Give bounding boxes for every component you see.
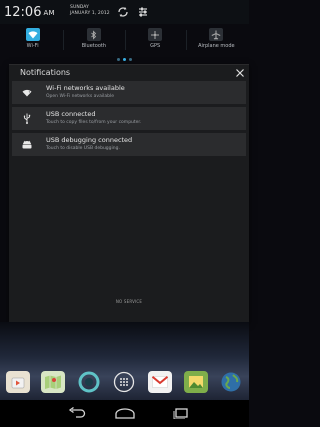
back-icon bbox=[68, 407, 86, 418]
clear-notifications-button[interactable] bbox=[233, 66, 247, 80]
clock-time: 12:06 bbox=[4, 5, 42, 20]
navigation-bar bbox=[0, 400, 249, 427]
page-dot bbox=[129, 58, 132, 61]
date-display: SUNDAY JANUARY 1, 2012 bbox=[70, 5, 110, 16]
notifications-header: Notifications bbox=[9, 65, 249, 81]
home-icon bbox=[115, 408, 135, 419]
quick-toggles: Wi-Fi Bluetooth GPS Airplane mode bbox=[2, 24, 247, 56]
home-button[interactable] bbox=[114, 406, 136, 420]
bluetooth-icon bbox=[86, 28, 101, 41]
wifi-toggle-label: Wi-Fi bbox=[26, 43, 39, 49]
recent-apps-button[interactable] bbox=[170, 406, 192, 420]
wifi-icon: ? bbox=[14, 81, 40, 104]
gallery-icon[interactable] bbox=[183, 371, 208, 393]
notification-title: Wi-Fi networks available bbox=[46, 84, 125, 92]
status-header: 12:06 AM SUNDAY JANUARY 1, 2012 bbox=[0, 0, 249, 24]
gps-toggle-label: GPS bbox=[150, 43, 161, 49]
carrier-status: NO SERVICE bbox=[115, 299, 143, 304]
airplane-mode-toggle[interactable]: Airplane mode bbox=[185, 24, 247, 56]
browser-icon[interactable] bbox=[77, 371, 101, 393]
auto-rotate-icon[interactable] bbox=[116, 4, 130, 18]
usb-icon bbox=[14, 107, 40, 130]
date-label: JANUARY 1, 2012 bbox=[70, 10, 110, 16]
android-debug-icon bbox=[14, 133, 40, 156]
gps-toggle[interactable]: GPS bbox=[124, 24, 186, 56]
earth-icon[interactable] bbox=[219, 371, 243, 393]
airplane-mode-toggle-label: Airplane mode bbox=[198, 43, 235, 49]
quick-settings-icon[interactable] bbox=[136, 4, 150, 18]
wifi-toggle[interactable]: Wi-Fi bbox=[2, 24, 63, 56]
airplane-icon bbox=[209, 28, 224, 41]
notification-title: USB debugging connected bbox=[46, 136, 133, 144]
play-store-icon[interactable] bbox=[5, 371, 30, 393]
gmail-icon[interactable] bbox=[148, 371, 173, 393]
notification-subtitle: Touch to disable USB debugging. bbox=[46, 146, 120, 151]
wifi-icon bbox=[25, 28, 40, 41]
all-apps-icon[interactable] bbox=[112, 371, 136, 393]
notification-subtitle: Touch to copy files to/from your compute… bbox=[46, 120, 142, 125]
notification-wifi[interactable]: ? Wi-Fi networks available Open Wi-Fi ne… bbox=[12, 81, 246, 104]
bluetooth-toggle[interactable]: Bluetooth bbox=[63, 24, 124, 56]
notifications-title: Notifications bbox=[20, 68, 71, 77]
notifications-panel: Notifications ? Wi-Fi networks available… bbox=[9, 64, 249, 322]
close-icon bbox=[236, 69, 244, 77]
page-dot bbox=[117, 58, 120, 61]
notification-usb-debugging[interactable]: USB debugging connected Touch to disable… bbox=[12, 133, 246, 156]
page-dot-active bbox=[123, 58, 126, 61]
notification-title: USB connected bbox=[46, 110, 96, 118]
gps-icon bbox=[148, 28, 163, 41]
recent-apps-icon bbox=[173, 408, 188, 419]
clock: 12:06 AM bbox=[4, 5, 55, 21]
maps-icon[interactable] bbox=[41, 371, 66, 393]
back-button[interactable] bbox=[66, 406, 88, 420]
bluetooth-toggle-label: Bluetooth bbox=[81, 43, 107, 49]
home-dock bbox=[0, 368, 249, 396]
clock-ampm: AM bbox=[43, 9, 55, 17]
notification-subtitle: Open Wi-Fi networks available bbox=[46, 94, 114, 99]
notification-usb[interactable]: USB connected Touch to copy files to/fro… bbox=[12, 107, 246, 130]
